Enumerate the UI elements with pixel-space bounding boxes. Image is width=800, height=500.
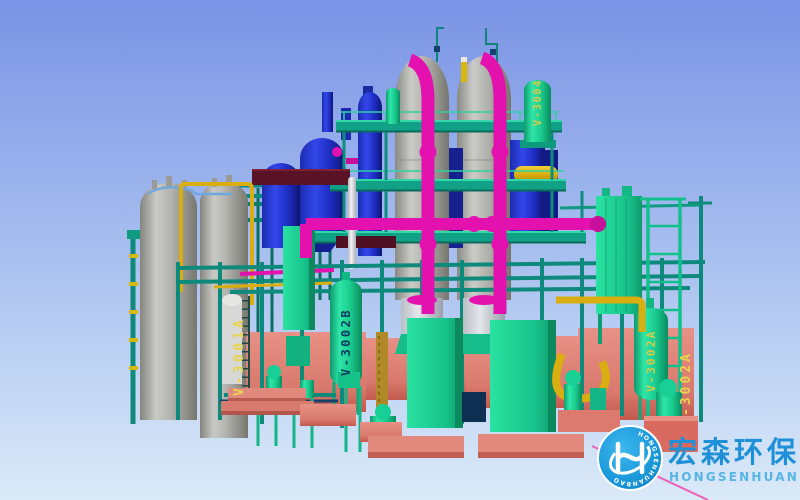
green-tank-box xyxy=(407,318,463,428)
plant-scene: V-3001A V-3002B V-3004 V-3002A -3002A HO… xyxy=(0,0,800,500)
tan-pump-tower xyxy=(376,332,388,416)
equipment-label-v3002b: V-3002B xyxy=(339,308,353,376)
equipment-label-v3001a: V-3001A xyxy=(232,317,247,396)
company-name-en: HONGSENHUANBAO xyxy=(669,470,800,484)
green-tank-box xyxy=(490,320,556,432)
equipment-label-v3004: V-3004 xyxy=(532,79,544,126)
equipment-label-v3002a: V-3002A xyxy=(644,330,658,392)
company-name-cn: 宏森环保 xyxy=(668,435,800,469)
equipment-label-p3002a: -3002A xyxy=(679,351,694,416)
company-logo: HONGSENHUANBAO xyxy=(598,426,662,490)
plant-3d-render: V-3001A V-3002B V-3004 V-3002A -3002A HO… xyxy=(0,0,800,500)
